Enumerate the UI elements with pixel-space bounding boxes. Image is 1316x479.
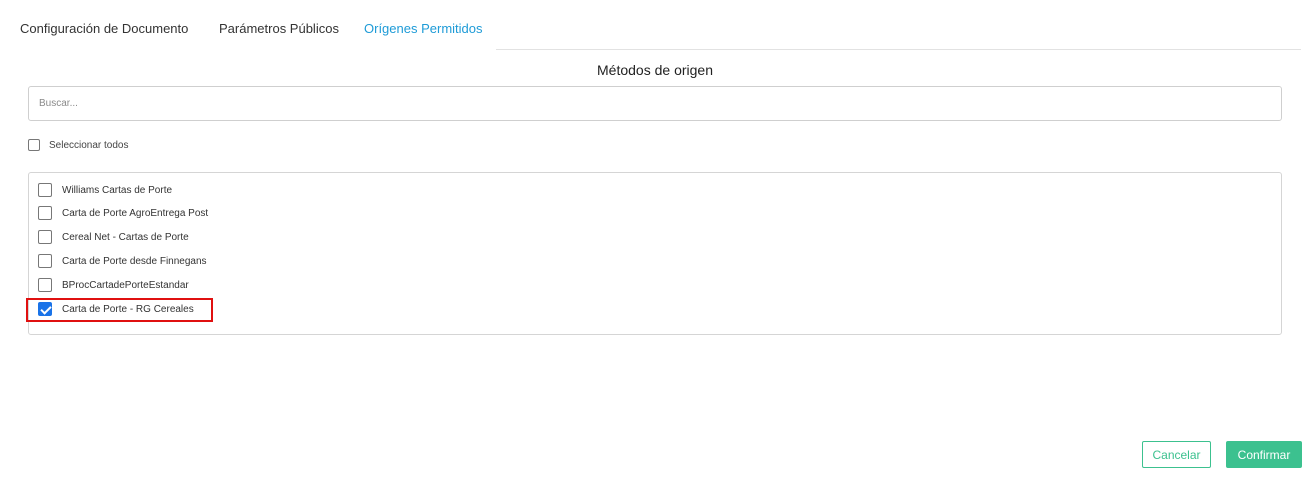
list-item[interactable]: Williams Cartas de Porte	[38, 182, 172, 198]
origin-checkbox[interactable]	[38, 278, 52, 292]
select-all-checkbox-row[interactable]: Seleccionar todos	[28, 139, 129, 151]
select-all-checkbox[interactable]	[28, 139, 40, 151]
search-input[interactable]	[28, 86, 1282, 121]
list-item[interactable]: Carta de Porte - RG Cereales	[38, 301, 194, 317]
confirm-button[interactable]: Confirmar	[1226, 441, 1302, 468]
tab-parametros-publicos[interactable]: Parámetros Públicos	[219, 21, 339, 36]
origin-checkbox[interactable]	[38, 254, 52, 268]
tab-configuracion-documento[interactable]: Configuración de Documento	[20, 21, 188, 36]
origin-label: BProcCartadePorteEstandar	[62, 279, 189, 291]
origin-methods-list: Williams Cartas de Porte Carta de Porte …	[28, 172, 1282, 335]
list-item[interactable]: Carta de Porte AgroEntrega Post	[38, 205, 208, 221]
list-item[interactable]: Carta de Porte desde Finnegans	[38, 253, 207, 269]
origin-label: Cereal Net - Cartas de Porte	[62, 231, 189, 243]
section-title: Métodos de origen	[597, 62, 713, 78]
origin-checkbox[interactable]	[38, 230, 52, 244]
origin-checkbox-checked[interactable]	[38, 302, 52, 316]
list-item[interactable]: BProcCartadePorteEstandar	[38, 277, 189, 293]
select-all-label: Seleccionar todos	[49, 139, 129, 151]
tab-origenes-permitidos[interactable]: Orígenes Permitidos	[364, 21, 483, 36]
tab-divider	[496, 49, 1301, 50]
tab-bar: Configuración de Documento Parámetros Pú…	[0, 0, 1301, 50]
origin-label: Williams Cartas de Porte	[62, 184, 173, 196]
cancel-button[interactable]: Cancelar	[1142, 441, 1211, 468]
origin-label: Carta de Porte - RG Cereales	[62, 303, 194, 315]
origin-checkbox[interactable]	[38, 183, 52, 197]
origin-label: Carta de Porte AgroEntrega Post	[62, 207, 209, 219]
origin-label: Carta de Porte desde Finnegans	[62, 255, 207, 267]
origin-checkbox[interactable]	[38, 206, 52, 220]
list-item[interactable]: Cereal Net - Cartas de Porte	[38, 229, 189, 245]
